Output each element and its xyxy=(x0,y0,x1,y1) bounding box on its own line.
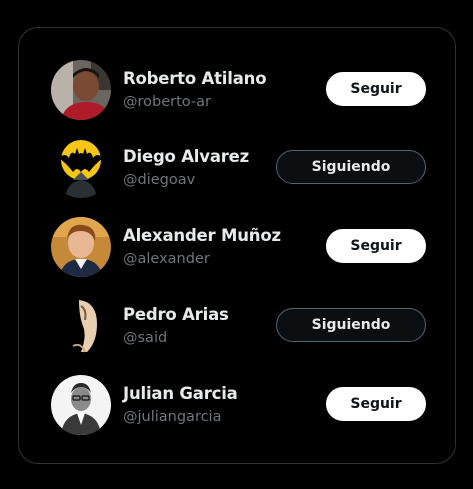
user-name[interactable]: Pedro Arias xyxy=(123,305,229,324)
user-name[interactable]: Alexander Muñoz xyxy=(123,226,281,245)
user-name[interactable]: Roberto Atilano xyxy=(123,69,267,88)
user-handle: @alexander xyxy=(123,251,210,267)
who-to-follow-card: Roberto Atilano @roberto-ar Seguir Diego… xyxy=(18,27,456,464)
user-row-diego: Diego Alvarez @diegoav Siguiendo xyxy=(19,137,455,199)
user-handle: @diegoav xyxy=(123,172,196,188)
following-button[interactable]: Siguiendo xyxy=(276,308,426,342)
roberto-avatar[interactable] xyxy=(51,60,111,120)
pedro-avatar[interactable] xyxy=(51,296,111,356)
user-row-julian: Julian Garcia @juliangarcia Seguir xyxy=(19,374,455,436)
user-name[interactable]: Julian Garcia xyxy=(123,384,238,403)
following-button[interactable]: Siguiendo xyxy=(276,150,426,184)
user-row-alexander: Alexander Muñoz @alexander Seguir xyxy=(19,216,455,278)
batman-avatar[interactable] xyxy=(51,138,111,198)
user-row-pedro: Pedro Arias @said Siguiendo xyxy=(19,295,455,357)
user-row-roberto: Roberto Atilano @roberto-ar Seguir xyxy=(19,59,455,121)
user-handle: @said xyxy=(123,330,168,346)
user-handle: @roberto-ar xyxy=(123,94,212,110)
julian-avatar[interactable] xyxy=(51,375,111,435)
follow-button[interactable]: Seguir xyxy=(326,72,426,106)
follow-button[interactable]: Seguir xyxy=(326,387,426,421)
alexander-avatar[interactable] xyxy=(51,217,111,277)
follow-button[interactable]: Seguir xyxy=(326,229,426,263)
user-handle: @juliangarcia xyxy=(123,409,222,425)
user-name[interactable]: Diego Alvarez xyxy=(123,147,249,166)
